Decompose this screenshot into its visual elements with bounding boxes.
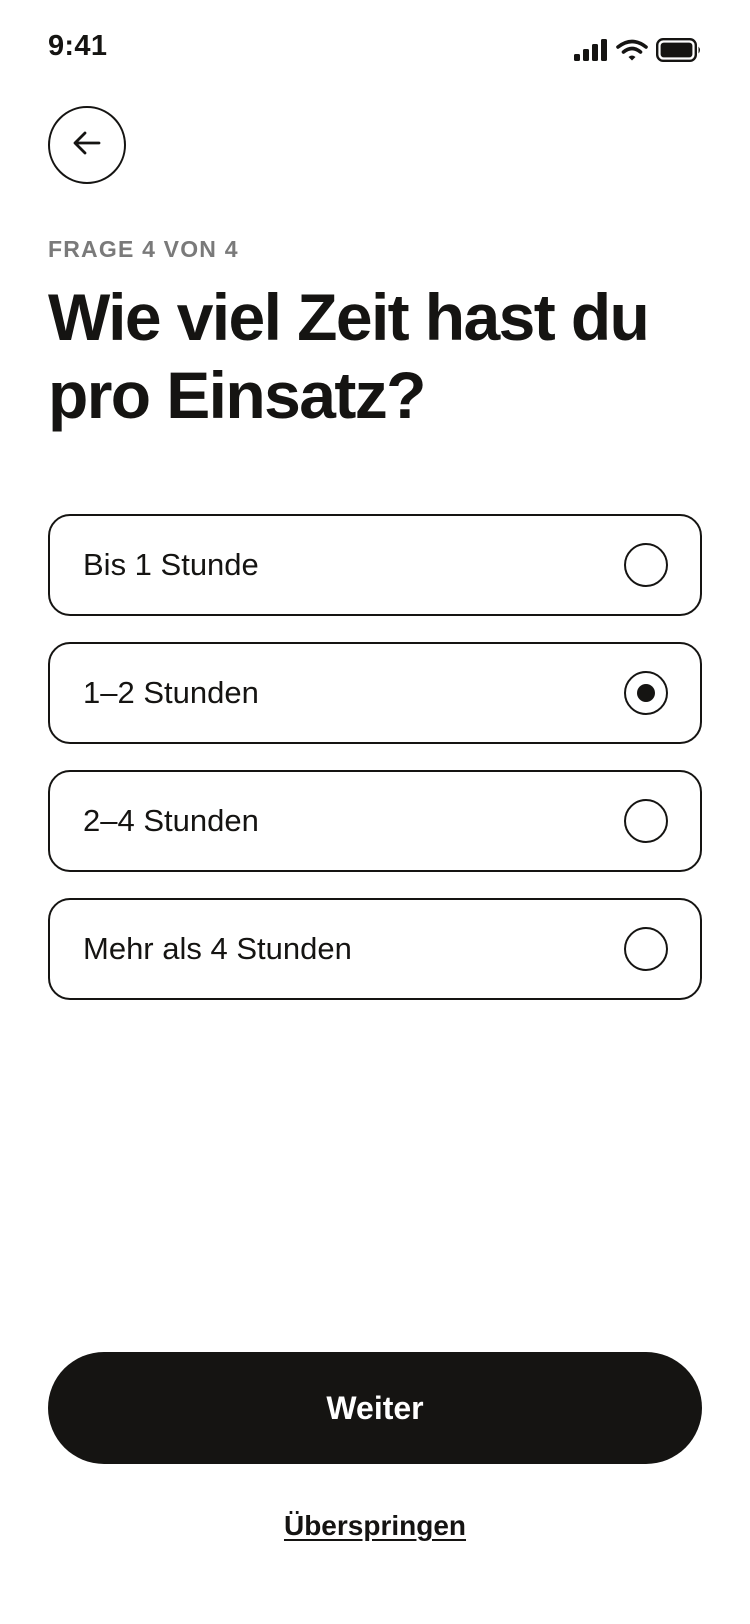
option-mehr-als-4-stunden[interactable]: Mehr als 4 Stunden [48,898,702,1000]
continue-button[interactable]: Weiter [48,1352,702,1464]
option-bis-1-stunde[interactable]: Bis 1 Stunde [48,514,702,616]
question-title: Wie viel Zeit hast du pro Einsatz? [48,280,650,432]
option-2-4-stunden[interactable]: 2–4 Stunden [48,770,702,872]
skip-link[interactable]: Überspringen [284,1510,466,1541]
status-icons [574,38,702,67]
radio-button-selected[interactable] [624,671,668,715]
radio-button[interactable] [624,543,668,587]
radio-button[interactable] [624,927,668,971]
option-label: Mehr als 4 Stunden [83,931,352,966]
answer-options: Bis 1 Stunde 1–2 Stunden 2–4 Stunden Meh… [48,514,702,1026]
radio-selected-dot [637,684,655,702]
cellular-signal-icon [574,39,608,66]
radio-button[interactable] [624,799,668,843]
option-label: 2–4 Stunden [83,803,259,838]
battery-icon [656,38,702,67]
option-label: Bis 1 Stunde [83,547,259,582]
option-1-2-stunden[interactable]: 1–2 Stunden [48,642,702,744]
back-button[interactable] [48,106,126,184]
question-progress: FRAGE 4 VON 4 [48,236,239,262]
status-time: 9:41 [48,30,108,62]
arrow-left-icon [72,130,102,161]
skip-link-container: Überspringen [0,1510,750,1542]
wifi-icon [616,39,648,66]
status-bar: 9:41 [0,0,750,100]
option-label: 1–2 Stunden [83,675,259,710]
